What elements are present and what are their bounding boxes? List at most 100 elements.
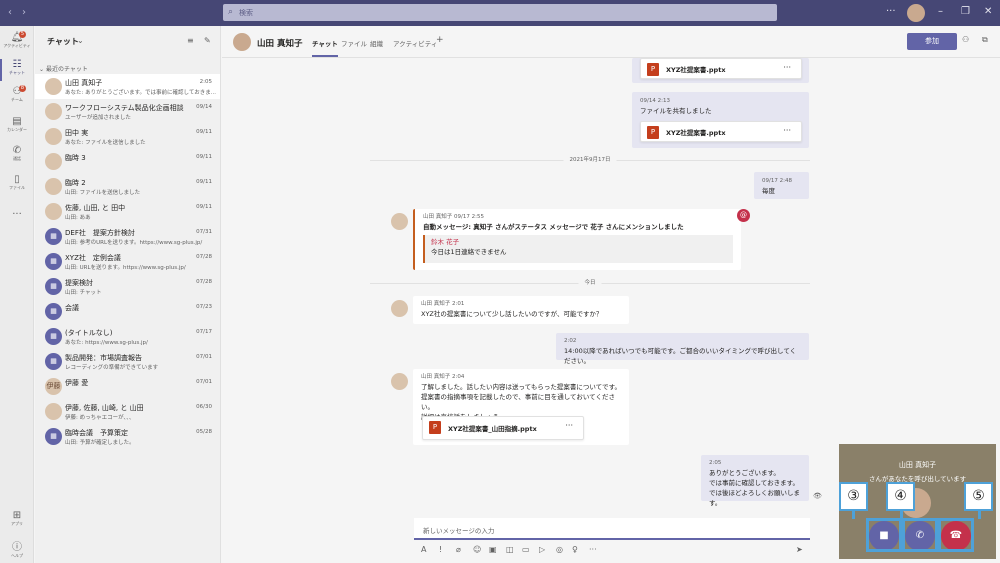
chat-name: 会議 [65, 304, 79, 312]
help-icon: ⓘ [12, 542, 22, 553]
rail-more[interactable]: ... [0, 204, 34, 230]
filter-icon[interactable]: ≡ [187, 36, 194, 45]
profile-avatar[interactable] [907, 4, 925, 22]
tab-files[interactable]: ファイル [341, 38, 367, 48]
callout-number-4: ④ [886, 482, 915, 511]
rail-calls[interactable]: ✆ 通話 [0, 143, 34, 169]
chat-preview: ユーザーが追加されました [65, 115, 131, 121]
tab-org[interactable]: 組織 [370, 38, 383, 48]
file-attachment[interactable]: P XYZ社提案書.pptx ··· [640, 121, 802, 142]
rail-calendar[interactable]: ▤ カレンダー [0, 114, 34, 140]
avatar [391, 213, 408, 230]
maximize-icon[interactable]: ❐ [961, 6, 970, 17]
chat-list-item[interactable]: ▦ 提案検討 山田: チャット 07/28 [35, 274, 220, 299]
activity-badge: 5 [19, 31, 26, 38]
chat-name: 田中 実 [65, 129, 89, 137]
file-attachment[interactable]: P XYZ社提案書_山田指摘.pptx ··· [422, 416, 584, 440]
chat-list-item[interactable]: 臨時 2 山田: ファイルを送信しました 09/11 [35, 174, 220, 199]
chat-list-item[interactable]: ▦ 製品開発：市場調査報告 レコーディングの準備ができています 07/01 [35, 349, 220, 374]
add-tab-icon[interactable]: + [436, 35, 444, 45]
chat-list-item[interactable]: ▦ XYZ社 定例会議 山田: URLを送ります。https://www.sg-pl… [35, 249, 220, 274]
apps-icon: ⊞ [12, 510, 22, 521]
rail-files[interactable]: ▯ ファイル [0, 172, 34, 198]
rail-label: カレンダー [7, 127, 27, 132]
minimize-icon[interactable]: – [938, 6, 943, 17]
file-more-icon[interactable]: ··· [565, 421, 573, 431]
forward-icon[interactable]: › [22, 7, 26, 18]
callout-number-5: ⑤ [964, 482, 993, 511]
avatar: ▦ [45, 328, 62, 345]
chat-list-item[interactable]: ▦ DEF社 提案方針検討 山田: 参考のURLを送ります。https://www.… [35, 224, 220, 249]
date-label: 今日 [578, 278, 602, 286]
avatar [45, 103, 62, 120]
message-text: ありがとうございます。 [709, 469, 780, 477]
meet-now-icon[interactable]: ▭ [522, 545, 530, 554]
chat-list-item[interactable]: ワークフローシステム製品化企画相談 ユーザーが追加されました 09/14 [35, 99, 220, 124]
praise-icon[interactable]: ♀ [572, 545, 578, 554]
stream-icon[interactable]: ◎ [556, 545, 563, 554]
tab-chat[interactable]: チャット [312, 38, 338, 57]
chevron-down-icon[interactable]: ⌄ [77, 36, 84, 45]
search-input[interactable]: ⌕ 検索 [223, 4, 777, 21]
rail-apps[interactable]: ⊞ アプリ [0, 508, 34, 534]
chat-list-item[interactable]: 伊藤 伊藤 愛 07/01 [35, 374, 220, 399]
back-icon[interactable]: ‹ [8, 7, 12, 18]
file-more-icon[interactable]: ··· [783, 126, 791, 136]
chat-list-item[interactable]: 山田 真知子 あなた: ありがとうございます。では事前に確認しておきま... 2:0… [35, 74, 220, 99]
chat-time: 2:05 [199, 79, 212, 85]
chat-list-item[interactable]: 伊藤, 佐藤, 山崎, と 山田 伊藤: めっちゃエコーが、、、 06/30 [35, 399, 220, 424]
message-text: 了解しました。話したい内容は送ってもらった提案書についてです。 [421, 383, 622, 391]
chat-list-item[interactable]: ▦ 会議 07/23 [35, 299, 220, 324]
chat-list-item[interactable]: ▦ (タイトルなし) あなた: https://www.sg-plus.jp/07/… [35, 324, 220, 349]
gif-icon[interactable]: ▣ [489, 545, 497, 554]
chat-time: 07/01 [196, 379, 212, 385]
file-attachment[interactable]: P XYZ社提案書.pptx ··· [640, 58, 802, 79]
new-chat-icon[interactable]: ✎ [204, 36, 211, 45]
popout-icon[interactable]: ⧉ [982, 35, 988, 45]
chat-list-item[interactable]: 臨時 3 09/11 [35, 149, 220, 174]
join-button[interactable]: 参加 [907, 33, 957, 50]
format-icon[interactable]: A [421, 545, 426, 554]
title-bar: ‹ › ⌕ 検索 ··· – ❐ ✕ [0, 0, 1000, 26]
send-praise-icon[interactable]: ▷ [539, 545, 545, 554]
attach-icon[interactable]: ⌀ [456, 545, 461, 554]
chat-preview: あなた: ありがとうございます。では事前に確認しておきま... [65, 90, 216, 96]
more-options-icon[interactable]: ··· [886, 6, 896, 17]
add-people-icon[interactable]: ⚇ [962, 35, 969, 44]
avatar: ▦ [45, 253, 62, 270]
chat-list-item[interactable]: 佐藤, 山田, と 田中 山田: ああ 09/11 [35, 199, 220, 224]
important-icon[interactable]: ! [439, 545, 442, 554]
rail-label: アクティビティ [3, 43, 31, 48]
chat-list-item[interactable]: ▦ 臨時会議 予算策定 山田: 予算が確定しました。 05/28 [35, 424, 220, 449]
message-time: 09/17 2:48 [762, 178, 792, 184]
chat-list-header: チャット ⌄ ≡ ✎ [35, 26, 220, 56]
page-title: 山田 真知子 [257, 39, 303, 49]
message-text: ファイルを共有しました [640, 107, 712, 115]
seen-icon: 👁︎ [813, 492, 822, 500]
message-meta: 山田 真知子 2:01 [421, 301, 465, 307]
more-options-icon[interactable]: ··· [589, 545, 597, 554]
file-more-icon[interactable]: ··· [783, 63, 791, 73]
message-text: XYZ社の提案書について少し話したいのですが、可能ですか？ [421, 310, 603, 318]
file-name: XYZ社提案書.pptx [666, 66, 726, 74]
tab-activity[interactable]: アクティビティ [393, 38, 437, 48]
close-icon[interactable]: ✕ [984, 6, 992, 17]
rail-teams[interactable]: ⚇ 8 チーム [0, 84, 34, 110]
rail-activity[interactable]: 🔔︎ 5 アクティビティ [0, 30, 34, 56]
rail-chat[interactable]: ☷ チャット [0, 57, 34, 83]
rail-help[interactable]: ⓘ ヘルプ [0, 536, 34, 562]
message-bubble-received: 山田 真知子 09/17 2:55 自動メッセージ: 真知子 さんがステータス … [413, 209, 750, 270]
chat-time: 07/31 [196, 229, 212, 235]
sticker-icon[interactable]: ◫ [506, 545, 514, 554]
emoji-icon[interactable]: ☺ [473, 545, 481, 554]
avatar [45, 203, 62, 220]
chat-time: 09/11 [196, 204, 212, 210]
chat-time: 09/11 [196, 154, 212, 160]
chat-items: 山田 真知子 あなた: ありがとうございます。では事前に確認しておきま... 2:0… [35, 74, 220, 449]
section-text: 最近のチャット [45, 66, 88, 73]
chat-list-item[interactable]: 田中 実あなた: ファイルを送信しました 09/11 [35, 124, 220, 149]
compose-box[interactable]: 新しいメッセージの入力 [414, 518, 810, 540]
chat-name: XYZ社 定例会議 [65, 254, 121, 262]
bell-icon: 🔔︎ [10, 32, 24, 43]
send-icon[interactable]: ➤ [796, 545, 803, 554]
